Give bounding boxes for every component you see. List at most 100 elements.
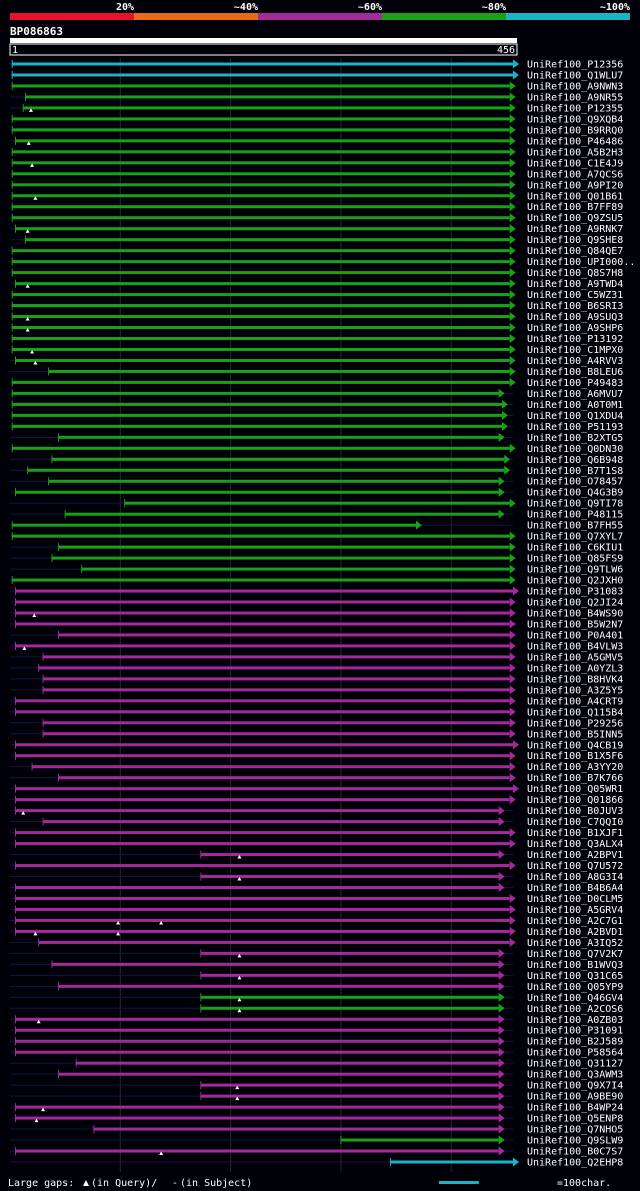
hit-end-arrow-icon — [509, 334, 516, 343]
hit-end-arrow-icon — [498, 432, 505, 442]
hit-bar — [93, 1127, 499, 1131]
hit-end-arrow-icon — [498, 1047, 505, 1057]
hit-row: UniRef100_Q4CB19 — [10, 740, 623, 751]
hit-bar — [15, 743, 513, 747]
hit-end-arrow-icon — [498, 509, 505, 519]
hit-label: UniRef100_Q4CB19 — [527, 740, 623, 751]
hit-bar — [12, 315, 510, 319]
hit-label: UniRef100_B4WP24 — [527, 1103, 623, 1114]
hit-row: UniRef100_Q4G3B9 — [10, 487, 623, 499]
subject-gap-marker: - — [172, 1178, 178, 1189]
hit-label: UniRef100_B5INN5 — [527, 729, 623, 740]
hit-row: UniRef100_UPI000.. — [10, 257, 635, 268]
hit-label: UniRef100_Q9XQB4 — [527, 114, 623, 125]
hit-label: UniRef100_A9SHP6 — [527, 323, 623, 334]
hit-label: UniRef100_Q85FS9 — [527, 554, 623, 565]
query-ruler: 1 456 — [9, 43, 518, 56]
hit-label: UniRef100_A9TWD4 — [527, 279, 623, 290]
hit-row: UniRef100_A0YZL3 — [10, 663, 623, 674]
hit-bar — [43, 655, 510, 659]
hit-bar — [32, 765, 510, 769]
hit-label: UniRef100_B5W2N7 — [527, 619, 623, 630]
hit-bar — [25, 238, 510, 242]
hit-bar — [58, 776, 510, 780]
hit-label: UniRef100_A9BE90 — [527, 1092, 623, 1103]
hit-end-arrow-icon — [498, 1080, 505, 1090]
hit-end-arrow-icon — [498, 1124, 505, 1134]
hit-label: UniRef100_Q05WR1 — [527, 784, 623, 795]
hit-row: UniRef100_Q5ENP8 — [10, 1113, 623, 1125]
hit-row: UniRef100_B7FH55 — [10, 520, 623, 532]
scale-bar — [439, 1181, 479, 1184]
hit-label: UniRef100_C6KIU1 — [527, 543, 623, 554]
query-sequence-bar — [10, 38, 517, 43]
hit-bar — [43, 732, 510, 736]
hit-end-arrow-icon — [498, 806, 505, 816]
hit-label: UniRef100_Q2JI24 — [527, 598, 623, 609]
hit-row: UniRef100_A9PI20 — [10, 180, 623, 191]
hit-bar — [15, 787, 513, 791]
hit-end-arrow-icon — [498, 992, 505, 1002]
hit-end-arrow-icon — [509, 377, 516, 387]
hit-end-arrow-icon — [415, 520, 422, 530]
hit-row: UniRef100_P0A401 — [10, 630, 623, 641]
hit-end-arrow-icon — [498, 487, 505, 497]
hit-row: UniRef100_A5GMV5 — [10, 652, 623, 663]
hit-label: UniRef100_P31091 — [527, 1026, 623, 1037]
hit-bar — [27, 468, 505, 472]
hit-row: UniRef100_B6SRI3 — [10, 301, 623, 312]
hit-end-arrow-icon — [509, 169, 516, 179]
hit-row: UniRef100_A8G3I4 — [10, 872, 623, 883]
legend-label: 20% — [116, 2, 134, 13]
hit-bar — [12, 216, 510, 220]
hit-bar — [200, 995, 499, 999]
hit-end-arrow-icon — [513, 784, 519, 794]
large-gaps-label: Large gaps: — [8, 1178, 74, 1189]
hit-row: UniRef100_P13192 — [10, 334, 623, 345]
hit-row: UniRef100_B9RRQ0 — [10, 125, 623, 136]
hit-row: UniRef100_B0C7S7 — [10, 1146, 623, 1158]
hit-bar — [12, 337, 510, 340]
hit-bar — [200, 853, 499, 857]
hit-label: UniRef100_B1XJF1 — [527, 828, 623, 839]
hit-row: UniRef100_A9RNK7 — [10, 224, 623, 235]
hit-row: UniRef100_Q05WR1 — [10, 784, 623, 795]
hit-row: UniRef100_A4RVV3 — [10, 355, 623, 367]
hit-row: UniRef100_P31083 — [10, 586, 623, 598]
hit-label: UniRef100_Q31C65 — [527, 971, 623, 982]
hit-row: UniRef100_A9TWD4 — [10, 279, 623, 290]
hit-end-arrow-icon — [509, 366, 516, 376]
hit-bar — [23, 106, 510, 110]
hit-label: UniRef100_A5GMV5 — [527, 652, 623, 663]
hit-row: UniRef100_A9SHP6 — [10, 323, 623, 334]
hit-label: UniRef100_A8G3I4 — [527, 872, 623, 883]
legend-label: ~80% — [482, 2, 506, 13]
hit-end-arrow-icon — [509, 312, 516, 322]
hit-end-arrow-icon — [509, 707, 516, 717]
hit-end-arrow-icon — [509, 904, 516, 914]
hit-end-arrow-icon — [498, 1146, 505, 1156]
hit-end-arrow-icon — [509, 202, 516, 212]
hit-row: UniRef100_A6MVU7 — [10, 388, 623, 400]
hit-end-arrow-icon — [509, 937, 516, 947]
hit-label: UniRef100_Q1WLU7 — [527, 70, 623, 81]
hit-bar — [12, 347, 510, 351]
hit-row: UniRef100_Q05YP9 — [10, 981, 623, 993]
hit-label: UniRef100_A9NR55 — [527, 92, 623, 103]
hit-end-arrow-icon — [509, 235, 516, 245]
hit-row: UniRef100_Q7U572 — [10, 861, 623, 872]
hit-row: UniRef100_A2BPV1 — [10, 850, 623, 861]
hit-label: UniRef100_P51193 — [527, 422, 623, 433]
hit-row: UniRef100_Q115B4 — [10, 707, 623, 718]
hit-row: UniRef100_D0CLM5 — [10, 893, 623, 905]
hit-row: UniRef100_A5B2H3 — [10, 147, 623, 158]
hit-label: UniRef100_A3YY20 — [527, 762, 623, 773]
hit-bar — [15, 1149, 499, 1153]
hit-row: UniRef100_P29256 — [10, 718, 623, 729]
hit-row: UniRef100_C5WZ31 — [10, 290, 623, 301]
hit-row: UniRef100_Q7V2K7 — [10, 948, 623, 960]
hit-row: UniRef100_P48115 — [10, 509, 623, 521]
hit-bar — [58, 633, 510, 637]
hit-end-arrow-icon — [509, 147, 516, 157]
hit-label: UniRef100_P0A401 — [527, 630, 623, 641]
